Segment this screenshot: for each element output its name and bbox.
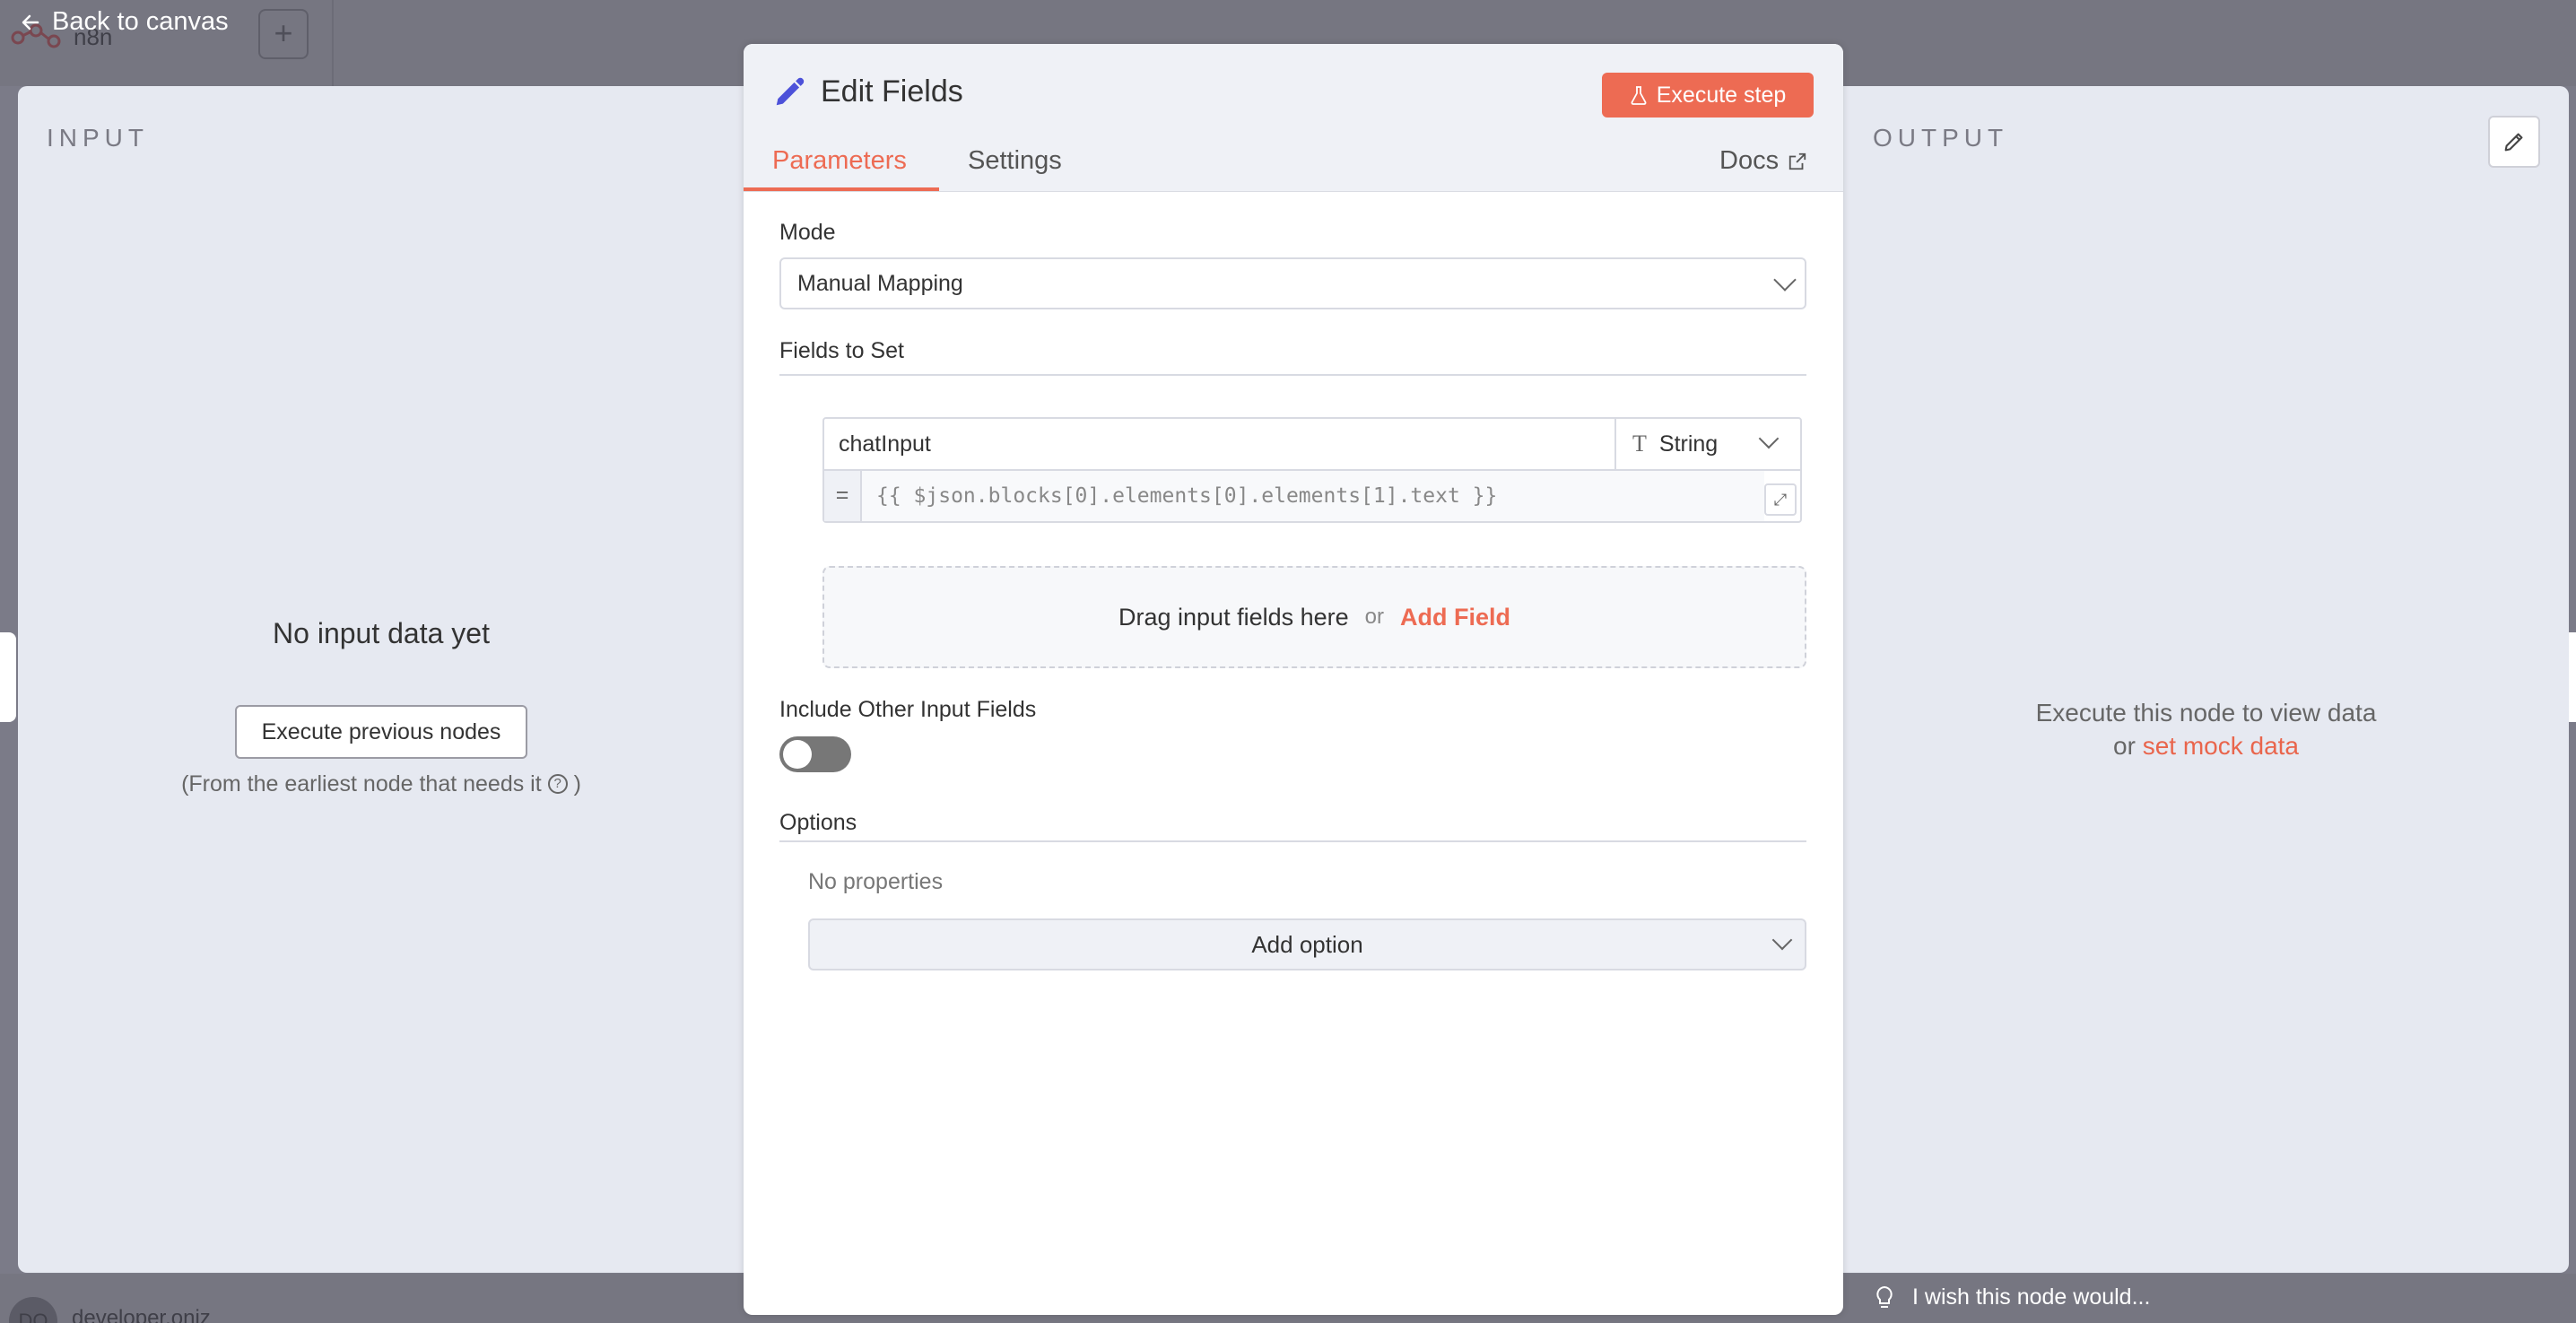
input-panel-title: INPUT bbox=[47, 124, 149, 152]
section-divider bbox=[779, 374, 1806, 376]
node-title-text[interactable]: Edit Fields bbox=[821, 74, 963, 109]
modal-header: Edit Fields Execute step Parameters Sett… bbox=[744, 44, 1843, 192]
mode-value: Manual Mapping bbox=[797, 270, 963, 296]
add-option-select[interactable]: Add option bbox=[808, 918, 1806, 970]
input-panel: INPUT No input data yet Execute previous… bbox=[18, 86, 744, 1273]
tab-settings[interactable]: Settings bbox=[968, 146, 1062, 176]
back-to-canvas-label: Back to canvas bbox=[52, 7, 229, 36]
active-tab-indicator bbox=[744, 187, 939, 191]
docs-label: Docs bbox=[1719, 146, 1780, 175]
back-to-canvas-link[interactable]: Back to canvas bbox=[20, 7, 229, 37]
add-workflow-button[interactable]: + bbox=[258, 9, 309, 59]
drag-fields-text: Drag input fields here bbox=[1118, 603, 1349, 631]
field-type-select[interactable]: T String bbox=[1616, 419, 1800, 471]
field-name-input[interactable]: chatInput bbox=[824, 419, 1616, 471]
sidebar-divider bbox=[332, 0, 334, 86]
user-name: developer.oniz bbox=[72, 1306, 211, 1323]
panel-drag-handle-left[interactable] bbox=[0, 632, 16, 722]
drop-zone[interactable]: Drag input fields here or Add Field bbox=[822, 566, 1806, 668]
toggle-knob bbox=[783, 740, 812, 769]
docs-link[interactable]: Docs bbox=[1719, 146, 1807, 176]
feedback-link[interactable]: I wish this node would... bbox=[1875, 1284, 2150, 1310]
node-title: Edit Fields bbox=[772, 74, 963, 109]
earliest-node-note: (From the earliest node that needs it ? … bbox=[18, 771, 744, 797]
mode-label: Mode bbox=[779, 220, 836, 245]
lightbulb-icon bbox=[1876, 1285, 1893, 1308]
output-empty-message: Execute this node to view data or set mo… bbox=[1843, 696, 2569, 762]
edit-fields-modal: Edit Fields Execute step Parameters Sett… bbox=[744, 44, 1843, 1315]
no-input-heading: No input data yet bbox=[273, 617, 490, 649]
fields-to-set-label: Fields to Set bbox=[779, 338, 904, 363]
output-panel: OUTPUT Execute this node to view data or… bbox=[1843, 86, 2569, 1273]
include-other-fields-toggle[interactable] bbox=[779, 736, 851, 772]
expression-indicator: = bbox=[824, 471, 862, 521]
chevron-down-icon bbox=[1758, 428, 1780, 449]
execute-step-button[interactable]: Execute step bbox=[1602, 73, 1814, 118]
pencil-icon bbox=[2504, 133, 2523, 152]
add-option-label: Add option bbox=[1251, 930, 1363, 958]
expand-expression-icon[interactable]: ⤢ bbox=[1764, 483, 1797, 516]
execute-node-message: Execute this node to view data bbox=[2035, 699, 2377, 727]
wish-text: I wish this node would... bbox=[1912, 1284, 2151, 1310]
tab-parameters[interactable]: Parameters bbox=[772, 146, 907, 176]
execute-previous-nodes-button[interactable]: Execute previous nodes bbox=[235, 705, 527, 759]
set-mock-data-link[interactable]: set mock data bbox=[2143, 732, 2299, 760]
pen-icon bbox=[776, 77, 805, 105]
add-field-button[interactable]: Add Field bbox=[1400, 604, 1510, 631]
edit-output-button[interactable] bbox=[2488, 116, 2540, 168]
include-other-fields-label: Include Other Input Fields bbox=[779, 697, 1037, 722]
section-divider bbox=[779, 840, 1806, 842]
field-type-value: String bbox=[1658, 431, 1719, 457]
chevron-down-icon bbox=[1773, 268, 1797, 292]
external-link-icon bbox=[1788, 152, 1806, 170]
execute-step-label: Execute step bbox=[1656, 82, 1787, 108]
earliest-node-note-close: ) bbox=[573, 771, 581, 796]
output-panel-title: OUTPUT bbox=[1873, 124, 2009, 152]
no-properties-text: No properties bbox=[808, 869, 944, 894]
field-value-expression[interactable]: {{ $json.blocks[0].elements[0].elements[… bbox=[862, 471, 1764, 521]
text-type-icon: T bbox=[1632, 431, 1647, 457]
mode-select[interactable]: Manual Mapping bbox=[779, 257, 1806, 309]
options-label: Options bbox=[779, 810, 857, 835]
or-text: or bbox=[2113, 732, 2136, 760]
field-assignment: chatInput T String = {{ $json.blocks[0].… bbox=[822, 417, 1802, 523]
flask-icon bbox=[1631, 86, 1647, 105]
earliest-node-note-text: (From the earliest node that needs it bbox=[181, 771, 542, 796]
arrow-left-icon bbox=[22, 14, 39, 30]
chevron-down-icon bbox=[1771, 929, 1793, 951]
question-circle-icon[interactable]: ? bbox=[547, 774, 568, 794]
or-text: or bbox=[1364, 605, 1384, 629]
